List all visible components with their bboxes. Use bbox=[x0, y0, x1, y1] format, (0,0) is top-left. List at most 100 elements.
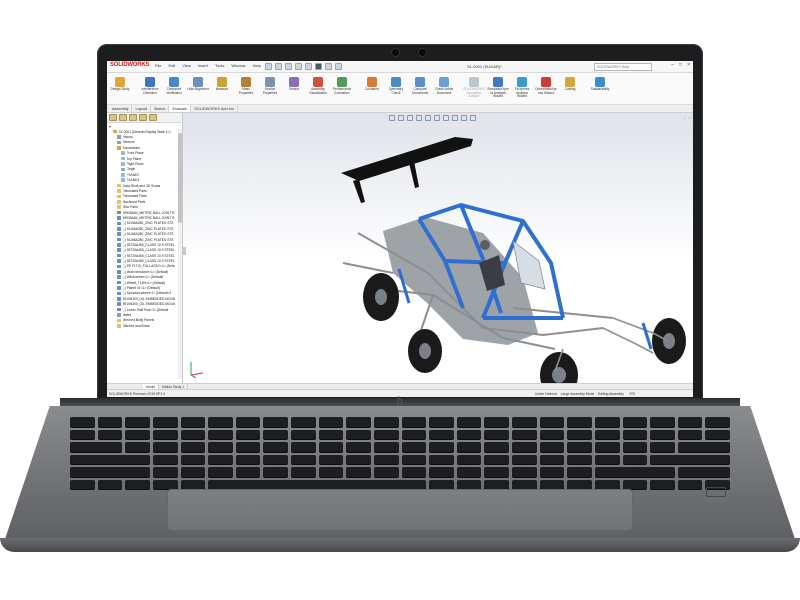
keyboard-key[interactable] bbox=[346, 454, 371, 464]
keyboard-key[interactable] bbox=[263, 429, 288, 439]
cmd-clearance-verification-button[interactable]: Clearance Verification bbox=[163, 77, 185, 104]
keyboard-key[interactable] bbox=[373, 467, 399, 477]
keyboard-key[interactable] bbox=[70, 454, 150, 464]
keyboard-key[interactable] bbox=[594, 454, 620, 464]
display-manager-tab-icon[interactable] bbox=[149, 114, 157, 121]
keyboard-key[interactable] bbox=[429, 479, 454, 489]
keyboard-key[interactable] bbox=[373, 454, 399, 464]
keyboard-key[interactable] bbox=[539, 467, 565, 477]
keyboard-key[interactable] bbox=[70, 429, 95, 439]
menu-item-window[interactable]: Window bbox=[231, 63, 245, 68]
keyboard-key[interactable] bbox=[456, 442, 482, 452]
keyboard-key[interactable] bbox=[429, 429, 454, 439]
keyboard-key[interactable] bbox=[484, 417, 509, 427]
keyboard-key[interactable] bbox=[512, 479, 537, 489]
cmd-assembly-visualization-button[interactable]: Assembly Visualization bbox=[307, 77, 329, 104]
keyboard-key[interactable] bbox=[180, 479, 206, 489]
open-folder-icon[interactable] bbox=[275, 63, 282, 70]
configuration-manager-tab-icon[interactable] bbox=[129, 114, 137, 121]
keyboard-key[interactable] bbox=[429, 467, 454, 477]
keyboard-key[interactable] bbox=[650, 429, 675, 439]
keyboard-key[interactable] bbox=[567, 479, 592, 489]
cmd-costing-button[interactable]: Costing bbox=[559, 77, 581, 104]
keyboard-key[interactable] bbox=[429, 417, 454, 427]
undo-icon[interactable] bbox=[305, 63, 312, 70]
tab-assembly[interactable]: Assembly bbox=[109, 105, 133, 112]
cmd-interference-detection-button[interactable]: Interference Detection bbox=[139, 77, 161, 104]
keyboard-key[interactable] bbox=[429, 442, 454, 452]
buggy-3d-model[interactable] bbox=[183, 113, 693, 383]
keyboard-key[interactable] bbox=[594, 442, 620, 452]
keyboard-key[interactable] bbox=[180, 442, 206, 452]
menu-item-tools[interactable]: Tools bbox=[215, 63, 224, 68]
touchpad[interactable] bbox=[167, 489, 633, 531]
keyboard-key[interactable] bbox=[180, 467, 206, 477]
keyboard-key[interactable] bbox=[346, 417, 371, 427]
cmd-mass-properties-button[interactable]: Mass Properties bbox=[235, 77, 257, 104]
keyboard-key[interactable] bbox=[125, 417, 150, 427]
keyboard-key[interactable] bbox=[291, 467, 316, 477]
keyboard-key[interactable] bbox=[373, 442, 399, 452]
keyboard-key[interactable] bbox=[152, 417, 178, 427]
keyboard-key[interactable] bbox=[318, 417, 344, 427]
keyboard-key[interactable] bbox=[263, 454, 288, 464]
keyboard-key[interactable] bbox=[70, 442, 123, 452]
keyboard-key[interactable] bbox=[539, 454, 565, 464]
menu-item-help[interactable]: Help bbox=[253, 63, 261, 68]
keyboard-key[interactable] bbox=[594, 429, 620, 439]
keyboard-key[interactable] bbox=[650, 442, 675, 452]
keyboard-key[interactable] bbox=[263, 417, 288, 427]
cmd-design-study-button[interactable]: Design Study bbox=[109, 77, 131, 104]
keyboard-key[interactable] bbox=[263, 442, 288, 452]
keyboard-key[interactable] bbox=[622, 454, 648, 464]
keyboard-key[interactable] bbox=[539, 442, 565, 452]
keyboard-key[interactable] bbox=[208, 429, 233, 439]
keyboard-key[interactable] bbox=[125, 429, 150, 439]
keyboard-key[interactable] bbox=[456, 429, 482, 439]
keyboard-key[interactable] bbox=[180, 417, 206, 427]
keyboard-key[interactable] bbox=[677, 467, 730, 477]
keyboard-key[interactable] bbox=[401, 417, 427, 427]
keyboard-key[interactable] bbox=[97, 479, 123, 489]
keyboard-key[interactable] bbox=[512, 454, 537, 464]
keyboard-key[interactable] bbox=[346, 467, 371, 477]
keyboard-key[interactable] bbox=[456, 467, 482, 477]
keyboard-key[interactable] bbox=[622, 442, 648, 452]
cmd-symmetry-check-button[interactable]: Symmetry Check bbox=[385, 77, 407, 104]
keyboard-key[interactable] bbox=[291, 429, 316, 439]
cmd-floxpress-analysis-wizard-button[interactable]: FloXpress Analysis Wizard bbox=[511, 77, 533, 104]
keyboard-key[interactable] bbox=[677, 442, 730, 452]
keyboard-key[interactable] bbox=[208, 442, 233, 452]
tab-sketch[interactable]: Sketch bbox=[151, 105, 170, 112]
keyboard-key[interactable] bbox=[456, 454, 482, 464]
keyboard-key[interactable] bbox=[512, 467, 537, 477]
cmd-sensor-button[interactable]: Sensor bbox=[283, 77, 305, 104]
rebuild-icon[interactable] bbox=[325, 63, 332, 70]
keyboard-key[interactable] bbox=[456, 417, 482, 427]
keyboard-key[interactable] bbox=[318, 454, 344, 464]
keyboard-key[interactable] bbox=[567, 454, 592, 464]
cmd-performance-evaluation-button[interactable]: Performance Evaluation bbox=[331, 77, 353, 104]
keyboard-key[interactable] bbox=[235, 442, 261, 452]
keyboard-key[interactable] bbox=[539, 417, 565, 427]
keyboard-key[interactable] bbox=[208, 417, 233, 427]
keyboard-key[interactable] bbox=[622, 479, 648, 489]
tree-item[interactable]: › Stitches and Bows bbox=[107, 323, 182, 328]
cmd-driveworksxpress-wizard-button[interactable]: DriveWorksXpress Wizard bbox=[535, 77, 557, 104]
menu-item-edit[interactable]: Edit bbox=[168, 63, 175, 68]
select-cursor-icon[interactable] bbox=[315, 63, 322, 70]
keyboard-key[interactable] bbox=[346, 429, 371, 439]
keyboard-key[interactable] bbox=[567, 442, 592, 452]
keyboard-key[interactable] bbox=[677, 429, 703, 439]
keyboard-key[interactable] bbox=[235, 429, 261, 439]
cmd-hole-alignment-button[interactable]: Hole Alignment bbox=[187, 77, 209, 104]
keyboard-key[interactable] bbox=[594, 479, 620, 489]
keyboard-key[interactable] bbox=[484, 442, 509, 452]
keyboard-key[interactable] bbox=[152, 454, 178, 464]
keyboard-key[interactable] bbox=[97, 417, 123, 427]
keyboard-key[interactable] bbox=[401, 442, 427, 452]
tab-layout[interactable]: Layout bbox=[132, 105, 151, 112]
maximize-button[interactable]: □ bbox=[679, 62, 682, 68]
keyboard-key[interactable] bbox=[318, 442, 344, 452]
keyboard-key[interactable] bbox=[346, 442, 371, 452]
